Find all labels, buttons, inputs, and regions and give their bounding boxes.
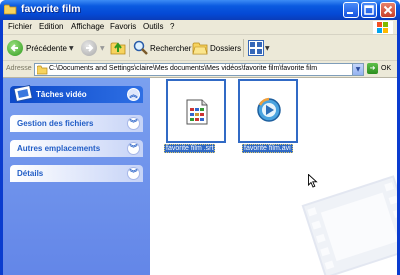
panel-title: Gestion des fichiers bbox=[17, 119, 94, 128]
panel-video-tasks[interactable]: Tâches vidéo ︽ bbox=[10, 84, 143, 103]
back-history-dropdown-icon[interactable]: ▼ bbox=[69, 45, 74, 52]
file-thumbnail[interactable] bbox=[238, 79, 298, 143]
maximize-button[interactable] bbox=[361, 2, 377, 18]
mouse-cursor-icon bbox=[308, 174, 318, 188]
search-button[interactable]: Rechercher bbox=[150, 44, 191, 53]
panel-details[interactable]: Détails ︾ bbox=[10, 165, 143, 182]
menu-affichage[interactable]: Affichage bbox=[71, 22, 104, 31]
maximize-icon bbox=[364, 5, 374, 15]
menu-favoris[interactable]: Favoris bbox=[110, 22, 136, 31]
panel-other-places[interactable]: Autres emplacements ︾ bbox=[10, 140, 143, 157]
address-bar: Adresse C:\Documents and Settings\claire… bbox=[3, 61, 397, 78]
task-pane: Tâches vidéo ︽ Gestion des fichiers ︾ Au… bbox=[3, 78, 150, 275]
forward-arrow-icon[interactable] bbox=[81, 40, 97, 56]
panel-title: Tâches vidéo bbox=[36, 90, 87, 99]
forward-history-dropdown-icon[interactable]: ▼ bbox=[100, 45, 105, 52]
back-arrow-icon[interactable] bbox=[7, 40, 23, 56]
menu-help[interactable]: ? bbox=[170, 22, 174, 31]
toolbar: Précédente ▼ ▼ Rechercher Dossiers ▼ bbox=[3, 35, 397, 61]
close-icon bbox=[383, 5, 393, 15]
address-path: C:\Documents and Settings\claire\Mes doc… bbox=[49, 65, 318, 72]
panel-title: Autres emplacements bbox=[17, 144, 101, 153]
toolbar-separator bbox=[243, 39, 244, 57]
toolbar-separator bbox=[129, 39, 130, 57]
address-label: Adresse bbox=[6, 65, 32, 72]
panel-file-management[interactable]: Gestion des fichiers ︾ bbox=[10, 115, 143, 132]
window-title: favorite film bbox=[21, 3, 81, 15]
search-icon[interactable] bbox=[133, 40, 149, 56]
views-dropdown-icon[interactable]: ▼ bbox=[265, 45, 270, 52]
go-button[interactable]: OK bbox=[381, 65, 391, 72]
menu-fichier[interactable]: Fichier bbox=[8, 22, 32, 31]
film-watermark-icon bbox=[301, 175, 397, 275]
folder-icon bbox=[4, 4, 17, 15]
close-button[interactable] bbox=[380, 2, 396, 18]
menu-outils[interactable]: Outils bbox=[143, 22, 163, 31]
address-field[interactable]: C:\Documents and Settings\claire\Mes doc… bbox=[34, 63, 364, 76]
chevron-down-icon[interactable]: ︾ bbox=[127, 142, 140, 155]
back-button[interactable]: Précédente bbox=[26, 44, 67, 53]
file-name[interactable]: favorite film .srt bbox=[164, 144, 216, 153]
minimize-button[interactable] bbox=[343, 2, 359, 18]
panel-header[interactable]: Autres emplacements ︾ bbox=[10, 140, 143, 157]
chevron-up-icon[interactable]: ︽ bbox=[127, 88, 140, 101]
go-arrow-icon[interactable]: ➜ bbox=[367, 63, 378, 74]
media-player-icon bbox=[257, 97, 281, 122]
panel-header[interactable]: Détails ︾ bbox=[10, 165, 143, 182]
explorer-window: favorite film Fichier Edition Affichage … bbox=[0, 0, 400, 275]
panel-title: Détails bbox=[17, 169, 44, 178]
title-bar[interactable]: favorite film bbox=[0, 0, 400, 20]
windows-logo-icon bbox=[373, 21, 393, 34]
file-name[interactable]: favorite film.avi bbox=[242, 144, 293, 153]
subtitle-file-icon bbox=[186, 99, 208, 125]
views-icon[interactable] bbox=[248, 40, 264, 56]
file-thumbnail[interactable] bbox=[166, 79, 226, 143]
menu-edition[interactable]: Edition bbox=[39, 22, 63, 31]
panel-header[interactable]: Tâches vidéo ︽ bbox=[10, 84, 143, 103]
folders-icon[interactable] bbox=[192, 40, 208, 56]
minimize-icon bbox=[347, 12, 353, 14]
chevron-down-icon[interactable]: ︾ bbox=[127, 117, 140, 130]
chevron-down-icon[interactable]: ︾ bbox=[127, 167, 140, 180]
folders-button[interactable]: Dossiers bbox=[210, 44, 241, 53]
address-dropdown-icon[interactable]: ▼ bbox=[352, 64, 363, 75]
file-list-area[interactable]: favorite film .srt favorite film.avi bbox=[150, 78, 397, 275]
panel-header[interactable]: Gestion des fichiers ︾ bbox=[10, 115, 143, 132]
menu-bar: Fichier Edition Affichage Favoris Outils… bbox=[3, 20, 397, 35]
folder-up-icon[interactable] bbox=[110, 39, 126, 56]
folder-icon bbox=[37, 65, 48, 75]
film-icon bbox=[13, 84, 33, 103]
